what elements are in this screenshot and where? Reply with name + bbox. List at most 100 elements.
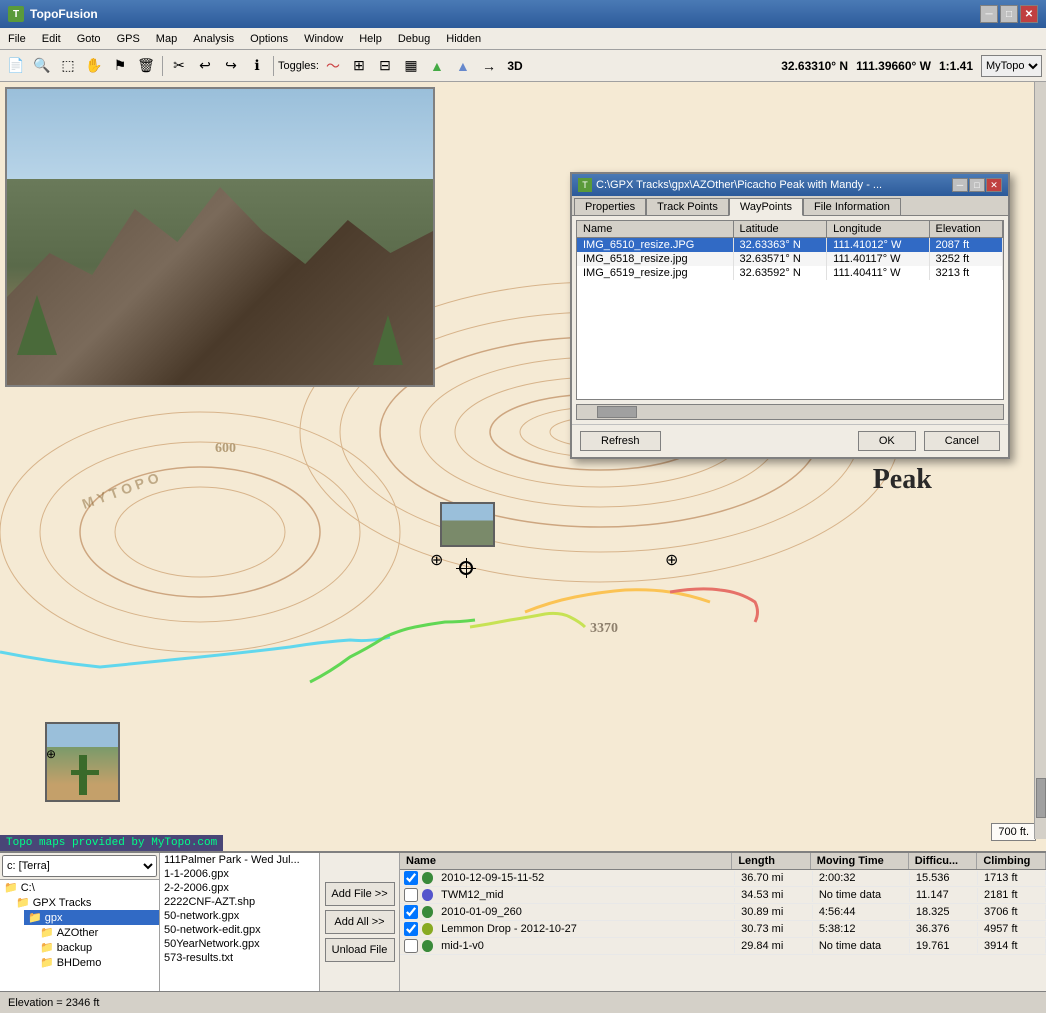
file-item-6[interactable]: 50YearNetwork.gpx <box>160 937 319 951</box>
new-button[interactable]: 📄 <box>4 54 28 78</box>
toggle-6[interactable]: ▲ <box>451 54 475 78</box>
maximize-button[interactable]: □ <box>1000 5 1018 23</box>
col-header-elev[interactable]: Elevation <box>929 221 1002 238</box>
track-col-climbing[interactable]: Climbing <box>977 853 1046 869</box>
tree-item-backup[interactable]: 📁 backup <box>36 940 159 955</box>
file-item-0[interactable]: 111Palmer Park - Wed Jul... <box>160 853 319 867</box>
menu-window[interactable]: Window <box>296 31 351 47</box>
coord-display: 32.63310° N 111.39660° W 1:1.41 MyTopo A… <box>781 55 1042 77</box>
track-row-0[interactable]: 2010-12-09-15-11-52 36.70 mi 2:00:32 15.… <box>400 870 1046 887</box>
cut-button[interactable]: ✂ <box>167 54 191 78</box>
toggle-5[interactable]: ▲ <box>425 54 449 78</box>
zoom-in-button[interactable]: 🔍 <box>30 54 54 78</box>
gpx-hscroll-thumb[interactable] <box>597 406 637 418</box>
tree-label-c: C:\ <box>21 882 35 894</box>
cancel-button[interactable]: Cancel <box>924 431 1000 451</box>
track-col-difficulty[interactable]: Difficu... <box>909 853 978 869</box>
menu-options[interactable]: Options <box>242 31 296 47</box>
file-item-3[interactable]: 2222CNF-AZT.shp <box>160 895 319 909</box>
track-row-1[interactable]: TWM12_mid 34.53 mi No time data 11.147 2… <box>400 887 1046 904</box>
vertical-scrollbar[interactable] <box>1034 82 1046 839</box>
tree-item-c[interactable]: 📁 C:\ <box>0 880 159 895</box>
unload-file-button[interactable]: Unload File <box>325 938 395 962</box>
main-map-area[interactable]: 600 3370 PicachoPeak MYTOPO MYTOPO <box>0 82 1046 851</box>
track-check-2[interactable] <box>404 905 418 919</box>
track-check-1[interactable] <box>404 888 418 902</box>
menu-analysis[interactable]: Analysis <box>185 31 242 47</box>
waypoint-row-2[interactable]: IMG_6519_resize.jpg 32.63592° N 111.4041… <box>577 266 1003 280</box>
map-source-select[interactable]: MyTopo Aerial Hybrid USGS <box>981 55 1042 77</box>
waypoint-row-1[interactable]: IMG_6518_resize.jpg 32.63571° N 111.4011… <box>577 252 1003 266</box>
add-all-button[interactable]: Add All >> <box>325 910 395 934</box>
menu-edit[interactable]: Edit <box>34 31 69 47</box>
wpt-name-0: IMG_6510_resize.JPG <box>577 238 733 253</box>
toggle-4[interactable]: ▦ <box>399 54 423 78</box>
waypoint-thumbnail-2[interactable] <box>45 722 120 802</box>
tree-item-azother[interactable]: 📁 AZOther <box>36 925 159 940</box>
track-check-0[interactable] <box>404 871 418 885</box>
toggle-3[interactable]: ⊟ <box>373 54 397 78</box>
drive-select[interactable]: c: [Terra] <box>2 855 157 877</box>
svg-text:600: 600 <box>215 441 236 456</box>
gpx-hscrollbar[interactable] <box>576 404 1004 420</box>
undo-button[interactable]: ↩ <box>193 54 217 78</box>
photo-thumbnail-main[interactable] <box>5 87 435 387</box>
file-item-1[interactable]: 1-1-2006.gpx <box>160 867 319 881</box>
track-check-3[interactable] <box>404 922 418 936</box>
menu-hidden[interactable]: Hidden <box>438 31 489 47</box>
tab-waypoints[interactable]: WayPoints <box>729 198 803 216</box>
waypoint-button[interactable]: ⚑ <box>108 54 132 78</box>
menu-goto[interactable]: Goto <box>69 31 109 47</box>
select-button[interactable]: ⬚ <box>56 54 80 78</box>
menu-map[interactable]: Map <box>148 31 185 47</box>
waypoints-table-container[interactable]: Name Latitude Longitude Elevation IMG_65… <box>576 220 1004 400</box>
pan-button[interactable]: ✋ <box>82 54 106 78</box>
info-button[interactable]: ℹ <box>245 54 269 78</box>
menu-help[interactable]: Help <box>351 31 390 47</box>
minimize-button[interactable]: ─ <box>980 5 998 23</box>
refresh-button[interactable]: Refresh <box>580 431 661 451</box>
delete-button[interactable]: 🗑 <box>134 54 158 78</box>
menu-gps[interactable]: GPS <box>109 31 148 47</box>
menu-debug[interactable]: Debug <box>390 31 438 47</box>
toggle-2[interactable]: ⊞ <box>347 54 371 78</box>
vscroll-thumb[interactable] <box>1036 778 1046 818</box>
mode-3d-button[interactable]: 3D <box>503 54 527 78</box>
col-header-lon[interactable]: Longitude <box>827 221 929 238</box>
track-length-0: 36.70 mi <box>735 871 813 885</box>
menu-file[interactable]: File <box>0 31 34 47</box>
gpx-maximize-button[interactable]: □ <box>969 178 985 192</box>
close-button[interactable]: ✕ <box>1020 5 1038 23</box>
tree-item-gpx[interactable]: 📁 gpx <box>24 910 159 925</box>
gpx-close-button[interactable]: ✕ <box>986 178 1002 192</box>
track-col-name[interactable]: Name <box>400 853 732 869</box>
track-row-2[interactable]: 2010-01-09_260 30.89 mi 4:56:44 18.325 3… <box>400 904 1046 921</box>
waypoint-thumbnail-1[interactable] <box>440 502 495 547</box>
tab-trackpoints[interactable]: Track Points <box>646 198 729 215</box>
files-list-panel[interactable]: 111Palmer Park - Wed Jul... 1-1-2006.gpx… <box>160 853 320 991</box>
waypoint-row-0[interactable]: IMG_6510_resize.JPG 32.63363° N 111.4101… <box>577 238 1003 253</box>
file-item-2[interactable]: 2-2-2006.gpx <box>160 881 319 895</box>
add-file-button[interactable]: Add File >> <box>325 882 395 906</box>
redo-button[interactable]: ↪ <box>219 54 243 78</box>
col-header-name[interactable]: Name <box>577 221 733 238</box>
col-header-lat[interactable]: Latitude <box>733 221 827 238</box>
track-col-movingtime[interactable]: Moving Time <box>811 853 909 869</box>
ok-button[interactable]: OK <box>858 431 916 451</box>
tree-item-gpxtracks[interactable]: 📁 GPX Tracks <box>12 895 159 910</box>
file-item-4[interactable]: 50-network.gpx <box>160 909 319 923</box>
tree-item-bhdemo[interactable]: 📁 BHDemo <box>36 955 159 970</box>
track-check-4[interactable] <box>404 939 418 953</box>
toggle-7[interactable]: → <box>477 54 501 78</box>
toggle-1[interactable]: 〜 <box>321 54 345 78</box>
file-item-5[interactable]: 50-network-edit.gpx <box>160 923 319 937</box>
gpx-minimize-button[interactable]: ─ <box>952 178 968 192</box>
file-item-7[interactable]: 573-results.txt <box>160 951 319 965</box>
track-row-4[interactable]: mid-1-v0 29.84 mi No time data 19.761 39… <box>400 938 1046 955</box>
track-row-3[interactable]: Lemmon Drop - 2012-10-27 30.73 mi 5:38:1… <box>400 921 1046 938</box>
track-climb-4: 3914 ft <box>978 939 1046 953</box>
tab-properties[interactable]: Properties <box>574 198 646 215</box>
track-col-length[interactable]: Length <box>732 853 810 869</box>
tree-label-gpx: gpx <box>45 912 63 924</box>
tab-fileinfo[interactable]: File Information <box>803 198 901 215</box>
